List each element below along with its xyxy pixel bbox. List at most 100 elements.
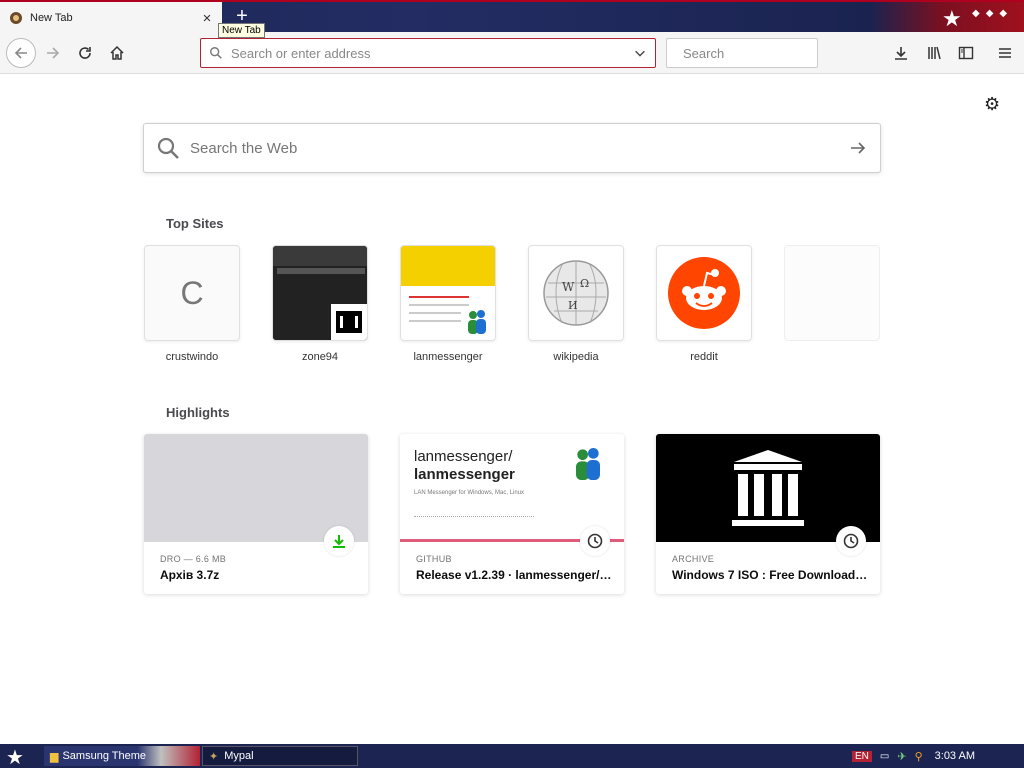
top-site-reddit[interactable]: reddit [656, 245, 752, 363]
highlight-card-archive-org[interactable]: ARCHIVE Windows 7 ISO : Free Download...… [656, 434, 880, 594]
highlights-heading: Highlights [166, 405, 230, 420]
card-meta: ARCHIVE [672, 554, 715, 564]
card-image-subtitle: LAN Messenger for Windows, Mac, Linux [414, 490, 525, 496]
home-icon [110, 45, 124, 60]
tab-close-icon[interactable]: × [200, 10, 214, 27]
library-icon [928, 46, 941, 60]
forward-arrow-icon [47, 47, 60, 59]
minimize-icon[interactable]: ◆ [972, 8, 980, 19]
close-window-icon[interactable]: ◆ [999, 8, 1007, 19]
web-search-input[interactable] [190, 139, 848, 157]
window-controls: ◆ ◆ ◆ [972, 8, 1007, 19]
site-lines [409, 296, 469, 298]
search-input[interactable] [683, 45, 859, 61]
card-title: Архів 3.7z [160, 568, 220, 582]
title-bar: New Tab × + ★ ◆ ◆ ◆ [0, 0, 1024, 34]
clock-icon [580, 526, 610, 556]
keyboard-icon: ▭ [879, 750, 890, 762]
clock-icon [836, 526, 866, 556]
hamburger-menu-icon [999, 48, 1011, 58]
forward-button[interactable] [40, 40, 66, 66]
web-search-box[interactable] [143, 123, 881, 173]
mypal-icon: ✦ [209, 750, 219, 763]
search-tray-icon[interactable]: ⚲ [915, 750, 923, 763]
site-label: wikipedia [553, 351, 599, 363]
messenger-logo-icon [576, 448, 600, 480]
top-site-crustwindo[interactable]: C crustwindo [144, 245, 240, 363]
messenger-favicon-icon [461, 306, 493, 338]
address-input[interactable] [231, 45, 633, 61]
site-label: crustwindo [165, 351, 219, 363]
arrow-right-icon[interactable] [848, 138, 868, 158]
maximize-icon[interactable]: ◆ [986, 8, 994, 19]
highlight-card-archive-7z[interactable]: DRO — 6.6 MB Архів 3.7z [144, 434, 368, 594]
library-button[interactable] [921, 40, 947, 66]
site-tile[interactable] [272, 245, 368, 341]
download-icon [324, 526, 354, 556]
site-tile[interactable]: C [144, 245, 240, 341]
site-favicon [331, 304, 367, 340]
download-icon [895, 47, 907, 60]
card-image-stats [414, 516, 534, 520]
taskbar-item-theme[interactable]: ▆ Samsung Theme [44, 746, 200, 766]
site-letter: C [180, 274, 204, 311]
card-image-title-1: lanmessenger/ [414, 448, 513, 465]
search-box[interactable] [666, 38, 859, 68]
top-site-lanmessenger[interactable]: lanmessenger [400, 245, 496, 363]
star-logo-icon: ★ [942, 6, 962, 31]
tab-new-tab[interactable]: New Tab × [0, 2, 222, 34]
site-tile[interactable]: W Ω И [528, 245, 624, 341]
nav-toolbar [0, 32, 1024, 74]
site-tile[interactable] [400, 245, 496, 341]
site-label: lanmessenger [413, 351, 483, 363]
start-star-icon[interactable]: ★ [6, 745, 24, 768]
card-title: Release v1.2.39 · lanmessenger/l... [416, 568, 612, 582]
taskbar-item-mypal[interactable]: ✦ Mypal [202, 746, 358, 766]
tab-title: New Tab [30, 12, 73, 24]
reload-icon [79, 47, 91, 59]
taskbar: ★ ▆ Samsung Theme ✦ Mypal EN ▭ ✈ ⚲ 3:03 … [0, 744, 1024, 768]
wikipedia-globe-icon: W Ω И [543, 260, 609, 326]
site-screenshot [401, 246, 495, 286]
tooltip: New Tab [218, 23, 265, 38]
taskbar-item-label: Mypal [224, 750, 254, 762]
site-tile[interactable] [656, 245, 752, 341]
card-image-title-2: lanmessenger [414, 466, 515, 483]
menu-button[interactable] [992, 40, 1018, 66]
top-site-empty [784, 245, 880, 341]
site-label: reddit [690, 351, 718, 363]
sidebar-icon [958, 46, 974, 60]
card-meta: GITHUB [416, 554, 452, 564]
address-bar[interactable] [200, 38, 656, 68]
site-header-strip [277, 268, 365, 274]
browser-favicon-icon [10, 12, 22, 24]
language-indicator[interactable]: EN [852, 750, 872, 762]
system-tray: EN ▭ ✈ ⚲ 3:03 AM [852, 746, 975, 766]
top-site-wikipedia[interactable]: W Ω И wikipedia [528, 245, 624, 363]
network-icon[interactable]: ✈ [897, 750, 906, 763]
site-label: zone94 [301, 351, 339, 363]
top-sites-heading: Top Sites [166, 216, 224, 231]
highlight-card-github[interactable]: lanmessenger/ lanmessenger LAN Messenger… [400, 434, 624, 594]
chevron-down-icon[interactable] [633, 46, 647, 60]
search-icon [157, 137, 179, 159]
search-icon [210, 47, 222, 59]
card-meta: DRO — 6.6 MB [160, 554, 227, 564]
back-button[interactable] [6, 38, 36, 68]
taskbar-item-label: Samsung Theme [62, 750, 147, 762]
folder-icon: ▆ [50, 750, 59, 763]
settings-gear-icon[interactable]: ⚙ [984, 94, 1000, 115]
card-title: Windows 7 ISO : Free Download.... [672, 568, 868, 582]
top-site-zone94[interactable]: zone94 [272, 245, 368, 363]
reddit-logo-icon [668, 257, 740, 329]
empty-site-tile [784, 245, 880, 341]
svg-text:И: И [568, 299, 578, 312]
reload-button[interactable] [72, 40, 98, 66]
back-arrow-icon [14, 47, 27, 59]
svg-text:W: W [562, 280, 575, 294]
sidebar-button[interactable] [953, 40, 979, 66]
home-button[interactable] [104, 40, 130, 66]
archive-temple-icon [732, 450, 804, 526]
downloads-button[interactable] [888, 40, 914, 66]
svg-text:Ω: Ω [580, 277, 589, 290]
